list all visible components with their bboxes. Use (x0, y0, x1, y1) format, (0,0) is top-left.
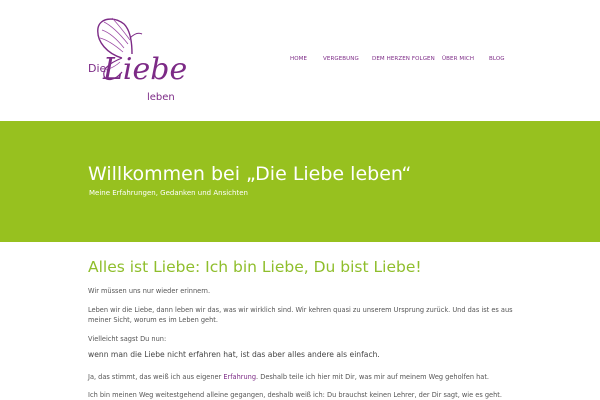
site-header: Die Liebe leben HOME VERGEBUNG DEM HERZE… (0, 0, 600, 120)
nav-item-dem-herzen-folgen[interactable]: DEM HERZEN FOLGEN (372, 56, 435, 62)
paragraph-quote: wenn man die Liebe nicht erfahren hat, i… (88, 350, 380, 359)
paragraph-vielleicht: Vielleicht sagst Du nun: (88, 335, 167, 343)
nav-item-home[interactable]: HOME (290, 56, 307, 62)
paragraph-leben: Leben wir die Liebe, dann leben wir das,… (88, 306, 513, 324)
hero-title: Willkommen bei „Die Liebe leben“ (88, 163, 412, 185)
hero-subtitle: Meine Erfahrungen, Gedanken und Ansichte… (89, 189, 248, 197)
main-navigation: HOME VERGEBUNG DEM HERZEN FOLGEN ÜBER MI… (0, 56, 600, 68)
erfahrung-link[interactable]: Erfahrung (223, 373, 256, 381)
paragraph-intro: Wir müssen uns nur wieder erinnern. (88, 287, 211, 295)
content-title: Alles ist Liebe: Ich bin Liebe, Du bist … (88, 258, 422, 276)
nav-item-vergebung[interactable]: VERGEBUNG (323, 56, 359, 62)
hero-banner: Willkommen bei „Die Liebe leben“ Meine E… (0, 121, 600, 242)
nav-item-ueber-mich[interactable]: ÜBER MICH (442, 56, 474, 62)
paragraph-weg: Ich bin meinen Weg weitestgehend alleine… (88, 391, 502, 399)
paragraph-erfahrung: Ja, das stimmt, das weiß ich aus eigener… (88, 372, 518, 382)
paragraph-erfahrung-before: Ja, das stimmt, das weiß ich aus eigener (88, 373, 224, 381)
paragraph-erfahrung-after: . Deshalb teile ich hier mit Dir, was mi… (256, 373, 489, 381)
logo-word-leben: leben (147, 92, 175, 103)
nav-item-blog[interactable]: BLOG (489, 56, 505, 62)
